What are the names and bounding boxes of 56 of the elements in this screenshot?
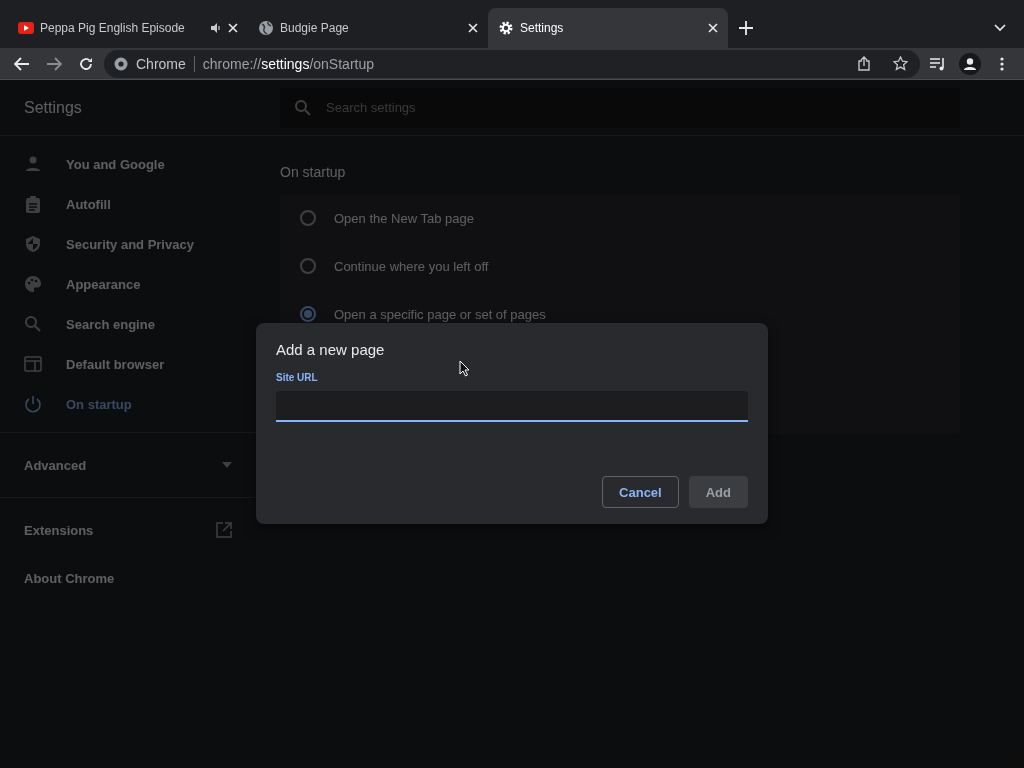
- browser-tab[interactable]: Settings: [488, 8, 728, 48]
- sidebar-item[interactable]: Search engine: [0, 304, 256, 344]
- extensions-link[interactable]: Extensions: [0, 506, 256, 554]
- settings-title: Settings: [23, 98, 83, 117]
- mouse-pointer-icon: [459, 360, 470, 377]
- sidebar-item[interactable]: On startup: [0, 384, 256, 424]
- close-icon[interactable]: [468, 23, 478, 33]
- palette-icon: [24, 275, 42, 293]
- chrome-logo-icon: [114, 56, 128, 71]
- radio-button[interactable]: [300, 258, 316, 274]
- cancel-button[interactable]: Cancel: [602, 476, 679, 508]
- forward-arrow-icon[interactable]: [46, 56, 62, 71]
- sidebar-item[interactable]: You and Google: [0, 144, 256, 184]
- external-link-icon: [216, 522, 232, 538]
- address-bar[interactable]: Chrome chrome://settings/onStartup: [104, 49, 920, 78]
- search-icon: [24, 315, 42, 333]
- url-text: chrome://settings/onStartup: [202, 55, 375, 72]
- dialog-title: Add a new page: [276, 341, 386, 358]
- power-icon: [24, 395, 42, 413]
- shield-icon: [24, 235, 42, 253]
- browser-tab[interactable]: Peppa Pig English Episode: [8, 8, 248, 48]
- person-icon: [24, 155, 42, 173]
- sidebar-item[interactable]: Default browser: [0, 344, 256, 384]
- advanced-toggle[interactable]: Advanced: [0, 441, 256, 489]
- url-input-field[interactable]: [276, 391, 748, 422]
- clipboard-icon: [24, 195, 42, 213]
- option-label: Open a specific page or set of pages: [334, 306, 546, 322]
- radio-button[interactable]: [300, 210, 316, 226]
- media-queue-icon[interactable]: [930, 56, 946, 71]
- search-icon: [294, 98, 312, 117]
- browser-tab[interactable]: Budgie Page: [248, 8, 488, 48]
- sidebar-item[interactable]: Appearance: [0, 264, 256, 304]
- browser-window-icon: [24, 356, 42, 372]
- menu-icon[interactable]: [1000, 56, 1004, 71]
- star-icon[interactable]: [892, 56, 908, 71]
- video-icon: [18, 22, 34, 34]
- section-title: On startup: [280, 164, 347, 180]
- caret-icon: [222, 462, 232, 468]
- close-icon[interactable]: [708, 23, 718, 33]
- option-label: Open the New Tab page: [334, 210, 474, 226]
- share-icon[interactable]: [858, 56, 870, 71]
- option-label: Continue where you left off: [334, 258, 489, 274]
- globe-icon: [258, 20, 274, 36]
- about-link[interactable]: About Chrome: [0, 554, 256, 602]
- field-label: Site URL: [276, 372, 319, 383]
- speaker-icon[interactable]: [210, 22, 222, 34]
- profile-avatar-icon[interactable]: [959, 52, 981, 75]
- sidebar-item[interactable]: Autofill: [0, 184, 256, 224]
- reload-icon[interactable]: [79, 56, 93, 71]
- new-tab-icon[interactable]: [739, 21, 753, 35]
- origin-label: Chrome: [136, 55, 195, 72]
- back-arrow-icon[interactable]: [14, 56, 30, 71]
- settings-icon: [498, 20, 514, 36]
- close-icon[interactable]: [228, 23, 238, 33]
- sidebar-item[interactable]: Security and Privacy: [0, 224, 256, 264]
- chevron-down-icon[interactable]: [994, 24, 1006, 32]
